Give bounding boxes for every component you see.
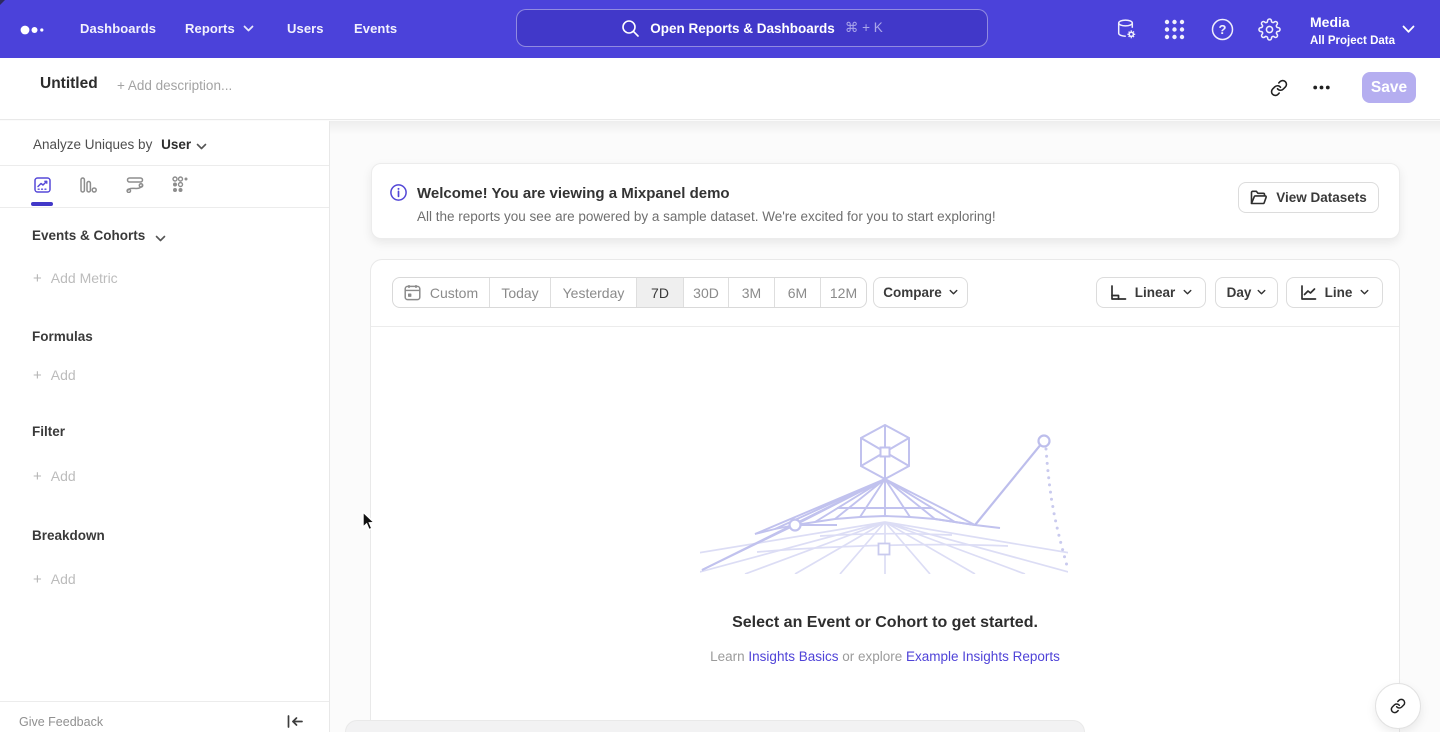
svg-text:?: ? [1219, 22, 1227, 37]
